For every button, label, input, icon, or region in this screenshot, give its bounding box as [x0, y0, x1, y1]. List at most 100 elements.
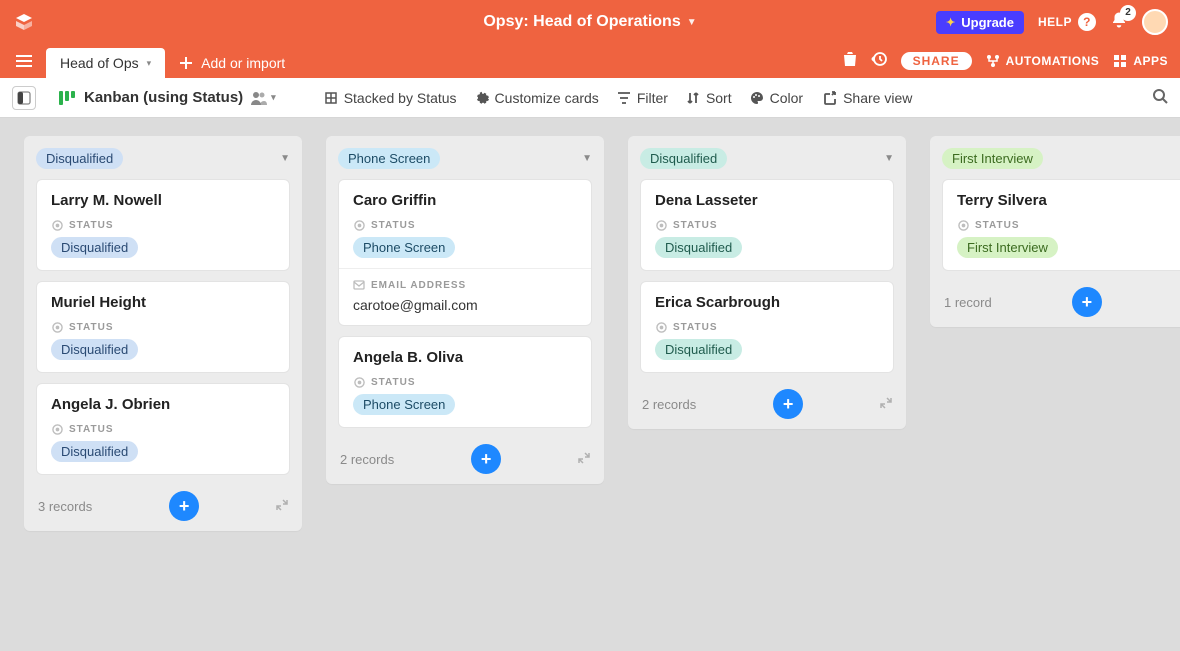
field-label-status: STATUS: [655, 219, 879, 231]
column-header-pill[interactable]: First Interview: [942, 148, 1043, 169]
record-card[interactable]: Dena LasseterSTATUSDisqualified: [640, 179, 894, 271]
status-field-icon: [51, 321, 63, 333]
email-field-icon: [353, 279, 365, 291]
kanban-board: Disqualified ▼ Larry M. Nowell STATUS Disqua…: [0, 118, 1180, 651]
filter-button[interactable]: Filter: [617, 90, 668, 106]
card-title: Angela J. Obrien: [51, 396, 275, 413]
kanban-column: First Interview▼Terry SilveraSTATUSFirst…: [930, 136, 1180, 327]
kanban-column: Disqualified ▼ Larry M. Nowell STATUS Disqua…: [24, 136, 302, 531]
chevron-down-icon: ▾: [271, 92, 276, 103]
status-pill: Disqualified: [51, 237, 138, 258]
automations-label: AUTOMATIONS: [1006, 54, 1100, 68]
search-button[interactable]: [1152, 88, 1168, 107]
status-pill: Disqualified: [655, 237, 742, 258]
share-view-button[interactable]: Share view: [823, 90, 912, 106]
column-menu-caret[interactable]: ▼: [884, 153, 894, 164]
share-button[interactable]: SHARE: [901, 52, 972, 70]
record-count: 3 records: [38, 499, 92, 514]
filter-label: Filter: [637, 90, 668, 106]
collapse-column-icon[interactable]: [578, 452, 590, 467]
field-label-status: STATUS: [353, 219, 577, 231]
field-label-status: STATUS: [51, 321, 275, 333]
add-record-button[interactable]: +: [1072, 287, 1102, 317]
view-name: Kanban (using Status): [84, 89, 243, 106]
filter-icon: [617, 91, 631, 105]
record-card[interactable]: Larry M. Nowell STATUS Disqualified: [36, 179, 290, 271]
record-card[interactable]: Angela B. OlivaSTATUSPhone Screen: [338, 336, 592, 428]
chevron-down-icon: ▾: [147, 58, 152, 69]
upgrade-button[interactable]: ✦ Upgrade: [936, 11, 1024, 34]
question-icon: ?: [1078, 13, 1096, 31]
record-card[interactable]: Caro Griffin STATUS Phone Screen EMAIL ADDR…: [338, 179, 592, 326]
card-title: Muriel Height: [51, 294, 275, 311]
card-title: Angela B. Oliva: [353, 349, 577, 366]
collapse-column-icon[interactable]: [276, 499, 288, 514]
status-field-icon: [51, 423, 63, 435]
base-title-dropdown[interactable]: Opsy: Head of Operations ▼: [483, 13, 696, 31]
customize-label: Customize cards: [495, 90, 599, 106]
add-or-import-button[interactable]: Add or import: [179, 55, 285, 71]
collapse-column-icon[interactable]: [880, 397, 892, 412]
status-pill: Disqualified: [655, 339, 742, 360]
column-header-pill[interactable]: Disqualified: [36, 148, 123, 169]
kanban-column: Disqualified▼Dena LasseterSTATUSDisquali…: [628, 136, 906, 429]
color-label: Color: [770, 90, 803, 106]
add-record-button[interactable]: +: [471, 444, 501, 474]
toggle-sidebar-button[interactable]: [12, 86, 36, 110]
column-header-pill[interactable]: Disqualified: [640, 148, 727, 169]
column-header-pill[interactable]: Phone Screen: [338, 148, 440, 169]
apps-label: APPS: [1133, 54, 1168, 68]
status-field-icon: [51, 219, 63, 231]
kanban-column: Phone Screen ▼ Caro Griffin STATUS Phone Scr…: [326, 136, 604, 484]
status-pill: Phone Screen: [353, 237, 455, 258]
card-title: Caro Griffin: [353, 192, 577, 209]
user-avatar[interactable]: [1142, 9, 1168, 35]
record-card[interactable]: Angela J. ObrienSTATUSDisqualified: [36, 383, 290, 475]
app-logo-icon[interactable]: [12, 10, 36, 34]
status-field-icon: [353, 376, 365, 388]
stacked-by-button[interactable]: Stacked by Status: [324, 90, 457, 106]
automations-button[interactable]: AUTOMATIONS: [986, 54, 1100, 68]
add-record-button[interactable]: +: [169, 491, 199, 521]
history-icon[interactable]: [871, 51, 887, 70]
automations-icon: [986, 54, 1000, 68]
card-title: Terry Silvera: [957, 192, 1180, 209]
column-menu-caret[interactable]: ▼: [582, 153, 592, 164]
field-label-status: STATUS: [353, 376, 577, 388]
view-switcher[interactable]: Kanban (using Status) ▾: [58, 89, 276, 107]
add-import-label: Add or import: [201, 55, 285, 71]
customize-cards-button[interactable]: Customize cards: [475, 90, 599, 106]
sort-icon: [686, 91, 700, 105]
upgrade-label: Upgrade: [961, 15, 1014, 30]
color-button[interactable]: Color: [750, 90, 803, 106]
card-title: Erica Scarbrough: [655, 294, 879, 311]
plus-icon: [179, 56, 193, 70]
record-card[interactable]: Erica Scarbrough STATUS Disqualified: [640, 281, 894, 373]
apps-button[interactable]: APPS: [1113, 54, 1168, 68]
field-label-email: EMAIL ADDRESS: [353, 279, 577, 291]
field-label-status: STATUS: [51, 423, 275, 435]
add-record-button[interactable]: +: [773, 389, 803, 419]
record-card[interactable]: Terry Silvera STATUS First Interview: [942, 179, 1180, 271]
kanban-icon: [58, 89, 76, 107]
menu-icon[interactable]: [12, 49, 36, 73]
sort-button[interactable]: Sort: [686, 90, 732, 106]
help-button[interactable]: HELP ?: [1038, 13, 1096, 31]
field-label-status: STATUS: [655, 321, 879, 333]
status-field-icon: [655, 219, 667, 231]
collaborators-icon: ▾: [251, 91, 276, 105]
trash-icon[interactable]: [843, 51, 857, 70]
share-icon: [823, 91, 837, 105]
status-field-icon: [353, 219, 365, 231]
record-card[interactable]: Muriel HeightSTATUSDisqualified: [36, 281, 290, 373]
field-label-status: STATUS: [957, 219, 1180, 231]
card-title: Larry M. Nowell: [51, 192, 275, 209]
sparkle-icon: ✦: [946, 16, 955, 29]
gear-icon: [475, 91, 489, 105]
status-pill: First Interview: [957, 237, 1058, 258]
notifications-button[interactable]: 2: [1110, 11, 1128, 34]
stack-icon: [324, 91, 338, 105]
column-menu-caret[interactable]: ▼: [280, 153, 290, 164]
tab-head-of-ops[interactable]: Head of Ops ▾: [46, 48, 165, 78]
field-label-status: STATUS: [51, 219, 275, 231]
